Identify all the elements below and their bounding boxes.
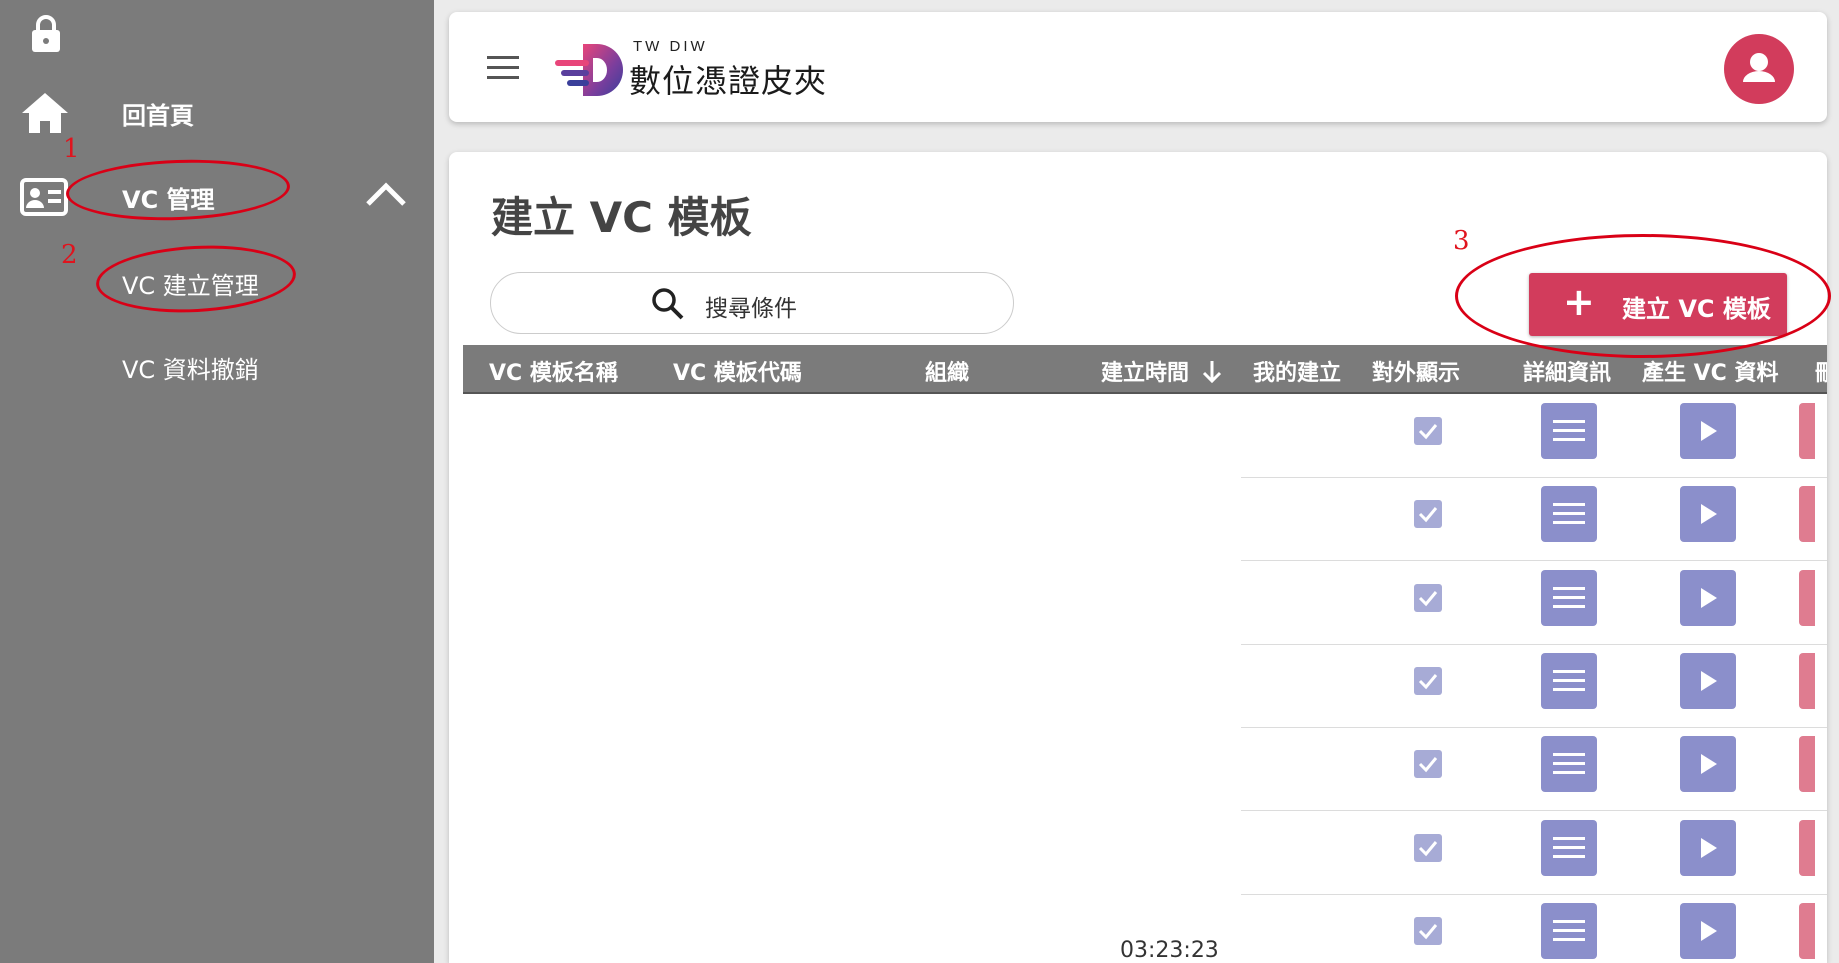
public-display-checkbox[interactable] xyxy=(1414,500,1442,529)
public-display-checkbox[interactable] xyxy=(1414,417,1442,445)
public-display-checkbox[interactable] xyxy=(1414,916,1442,945)
play-icon xyxy=(1701,421,1717,441)
sidebar: 回首頁 VC 管理 VC 建立管理 VC 資料撤銷 1 2 xyxy=(0,0,434,963)
column-header[interactable]: 建立時間 xyxy=(1101,355,1189,387)
play-icon xyxy=(1701,504,1717,525)
column-header[interactable]: 對外顯示 xyxy=(1372,355,1460,387)
page-title: 建立 VC 模板 xyxy=(491,193,752,242)
home-icon xyxy=(22,93,68,133)
play-icon xyxy=(1701,920,1717,941)
top-app-bar: TW DIW 數位憑證皮夾 xyxy=(449,12,1827,122)
table-row xyxy=(449,395,1827,478)
play-icon xyxy=(1701,837,1717,858)
details-button[interactable] xyxy=(1541,902,1597,959)
column-header[interactable]: 詳細資訊 xyxy=(1523,355,1611,387)
play-icon xyxy=(1701,587,1717,608)
column-header[interactable]: 組織 xyxy=(925,355,969,387)
sidebar-item-label: VC 管理 xyxy=(122,185,215,214)
play-icon xyxy=(1701,670,1717,691)
details-button[interactable] xyxy=(1541,403,1597,459)
generate-vc-button[interactable] xyxy=(1680,902,1736,959)
public-display-checkbox[interactable] xyxy=(1414,666,1442,695)
column-header-truncated[interactable]: 刪 xyxy=(1815,355,1827,387)
sidebar-item-label: VC 建立管理 xyxy=(122,272,259,300)
public-display-checkbox[interactable] xyxy=(1414,833,1442,862)
details-button[interactable] xyxy=(1541,486,1597,543)
generate-vc-button[interactable] xyxy=(1680,569,1736,626)
sidebar-item-label: 回首頁 xyxy=(122,101,194,130)
public-display-checkbox[interactable] xyxy=(1414,750,1442,779)
column-header[interactable]: VC 模板名稱 xyxy=(489,355,618,387)
sidebar-item-vc-revoke[interactable]: VC 資料撤銷 xyxy=(0,336,434,396)
delete-button-partial[interactable] xyxy=(1799,403,1815,459)
check-icon xyxy=(1418,673,1438,690)
table-row xyxy=(449,812,1827,895)
main-card: 建立 VC 模板 搜尋條件 + 建立 VC 模板 VC 模板名稱 VC 模板代碼… xyxy=(449,152,1827,963)
check-icon xyxy=(1418,424,1438,440)
table-row xyxy=(449,562,1827,645)
delete-button-partial[interactable] xyxy=(1799,569,1815,626)
delete-button-partial[interactable] xyxy=(1799,902,1815,959)
public-display-checkbox[interactable] xyxy=(1414,583,1442,612)
details-button[interactable] xyxy=(1541,819,1597,876)
generate-vc-button[interactable] xyxy=(1680,736,1736,793)
column-header[interactable]: VC 模板代碼 xyxy=(673,355,802,387)
sidebar-item-label: VC 資料撤銷 xyxy=(122,356,259,384)
delete-button-partial[interactable] xyxy=(1799,652,1815,709)
user-icon xyxy=(1743,53,1775,82)
plus-icon: + xyxy=(1563,280,1595,324)
check-icon xyxy=(1418,507,1438,523)
lock-icon xyxy=(32,15,60,52)
check-icon xyxy=(1418,923,1438,940)
check-icon xyxy=(1418,840,1438,856)
delete-button-partial[interactable] xyxy=(1799,736,1815,793)
check-icon xyxy=(1418,590,1438,606)
details-button[interactable] xyxy=(1541,652,1597,709)
column-header[interactable]: 我的建立 xyxy=(1253,355,1341,387)
tw-diw-logo xyxy=(555,44,623,96)
search-field[interactable]: 搜尋條件 xyxy=(490,272,1014,334)
table-row xyxy=(449,728,1827,812)
details-button[interactable] xyxy=(1541,736,1597,793)
brand-name: 數位憑證皮夾 xyxy=(629,62,828,100)
annotation-number: 2 xyxy=(61,240,78,270)
brand-subtitle: TW DIW xyxy=(633,38,708,55)
generate-vc-button[interactable] xyxy=(1680,486,1736,543)
table-row xyxy=(449,478,1827,562)
created-time-cell: 03:23:23 xyxy=(1120,938,1219,963)
check-icon xyxy=(1418,757,1438,773)
user-avatar-button[interactable] xyxy=(1724,34,1794,104)
search-label: 搜尋條件 xyxy=(705,296,797,322)
sort-down-icon[interactable] xyxy=(1201,359,1223,385)
annotation-number: 1 xyxy=(63,134,80,164)
generate-vc-button[interactable] xyxy=(1680,652,1736,709)
menu-icon[interactable] xyxy=(487,56,519,80)
delete-button-partial[interactable] xyxy=(1799,819,1815,876)
generate-vc-button[interactable] xyxy=(1680,403,1736,459)
generate-vc-button[interactable] xyxy=(1680,819,1736,876)
table-header: VC 模板名稱 VC 模板代碼 組織 建立時間 我的建立 對外顯示 詳細資訊 產… xyxy=(463,345,1827,394)
delete-button-partial[interactable] xyxy=(1799,486,1815,543)
table-row xyxy=(449,645,1827,728)
annotation-number: 3 xyxy=(1453,226,1470,256)
column-header[interactable]: 產生 VC 資料 xyxy=(1642,355,1779,387)
create-button-label: 建立 VC 模板 xyxy=(1622,295,1771,323)
details-button[interactable] xyxy=(1541,569,1597,626)
create-vc-template-button[interactable]: + 建立 VC 模板 xyxy=(1529,273,1787,336)
id-card-icon xyxy=(20,178,68,216)
search-icon xyxy=(652,288,684,320)
chevron-up-icon[interactable] xyxy=(364,180,408,208)
play-icon xyxy=(1701,754,1717,775)
